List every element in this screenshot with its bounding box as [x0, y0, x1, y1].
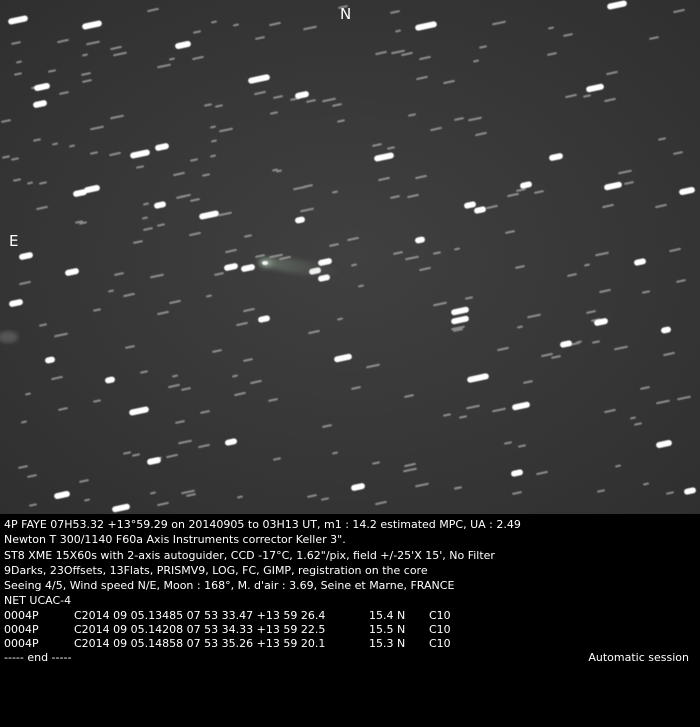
caption-line-telescope: Newton T 300/1140 F60a Axis Instruments …: [4, 533, 346, 546]
north-label: N: [340, 5, 352, 23]
observation-id: 0004P: [4, 623, 39, 636]
caption-line-camera: ST8 XME 15X60s with 2-axis autoguider, C…: [4, 549, 495, 562]
observation-data: C2014 09 05.14208 07 53 34.33 +13 59 22.…: [74, 623, 326, 636]
star-field-image: [0, 0, 700, 514]
caption-line-conditions: Seeing 4/5, Wind speed N/E, Moon : 168°,…: [4, 579, 455, 592]
end-marker: ----- end -----: [4, 651, 72, 664]
caption-line-processing: 9Darks, 23Offsets, 13Flats, PRISMV9, LOG…: [4, 564, 428, 577]
observation-code: C10: [429, 609, 451, 622]
comet-nucleus: [262, 261, 268, 265]
observation-mag: 15.3 N: [369, 637, 406, 650]
session-label: Automatic session: [588, 651, 689, 664]
observation-mag: 15.4 N: [369, 609, 406, 622]
observation-data: C2014 09 05.13485 07 53 33.47 +13 59 26.…: [74, 609, 326, 622]
observation-id: 0004P: [4, 637, 39, 650]
caption-line-object: 4P FAYE 07H53.32 +13°59.29 on 20140905 t…: [4, 518, 521, 531]
observation-mag: 15.5 N: [369, 623, 406, 636]
observation-code: C10: [429, 623, 451, 636]
observation-code: C10: [429, 637, 451, 650]
observation-id: 0004P: [4, 609, 39, 622]
east-label: E: [9, 232, 19, 250]
observation-data: C2014 09 05.14858 07 53 35.26 +13 59 20.…: [74, 637, 326, 650]
caption-panel: 4P FAYE 07H53.32 +13°59.29 on 20140905 t…: [0, 514, 700, 668]
caption-line-network: NET UCAC-4: [4, 594, 72, 607]
